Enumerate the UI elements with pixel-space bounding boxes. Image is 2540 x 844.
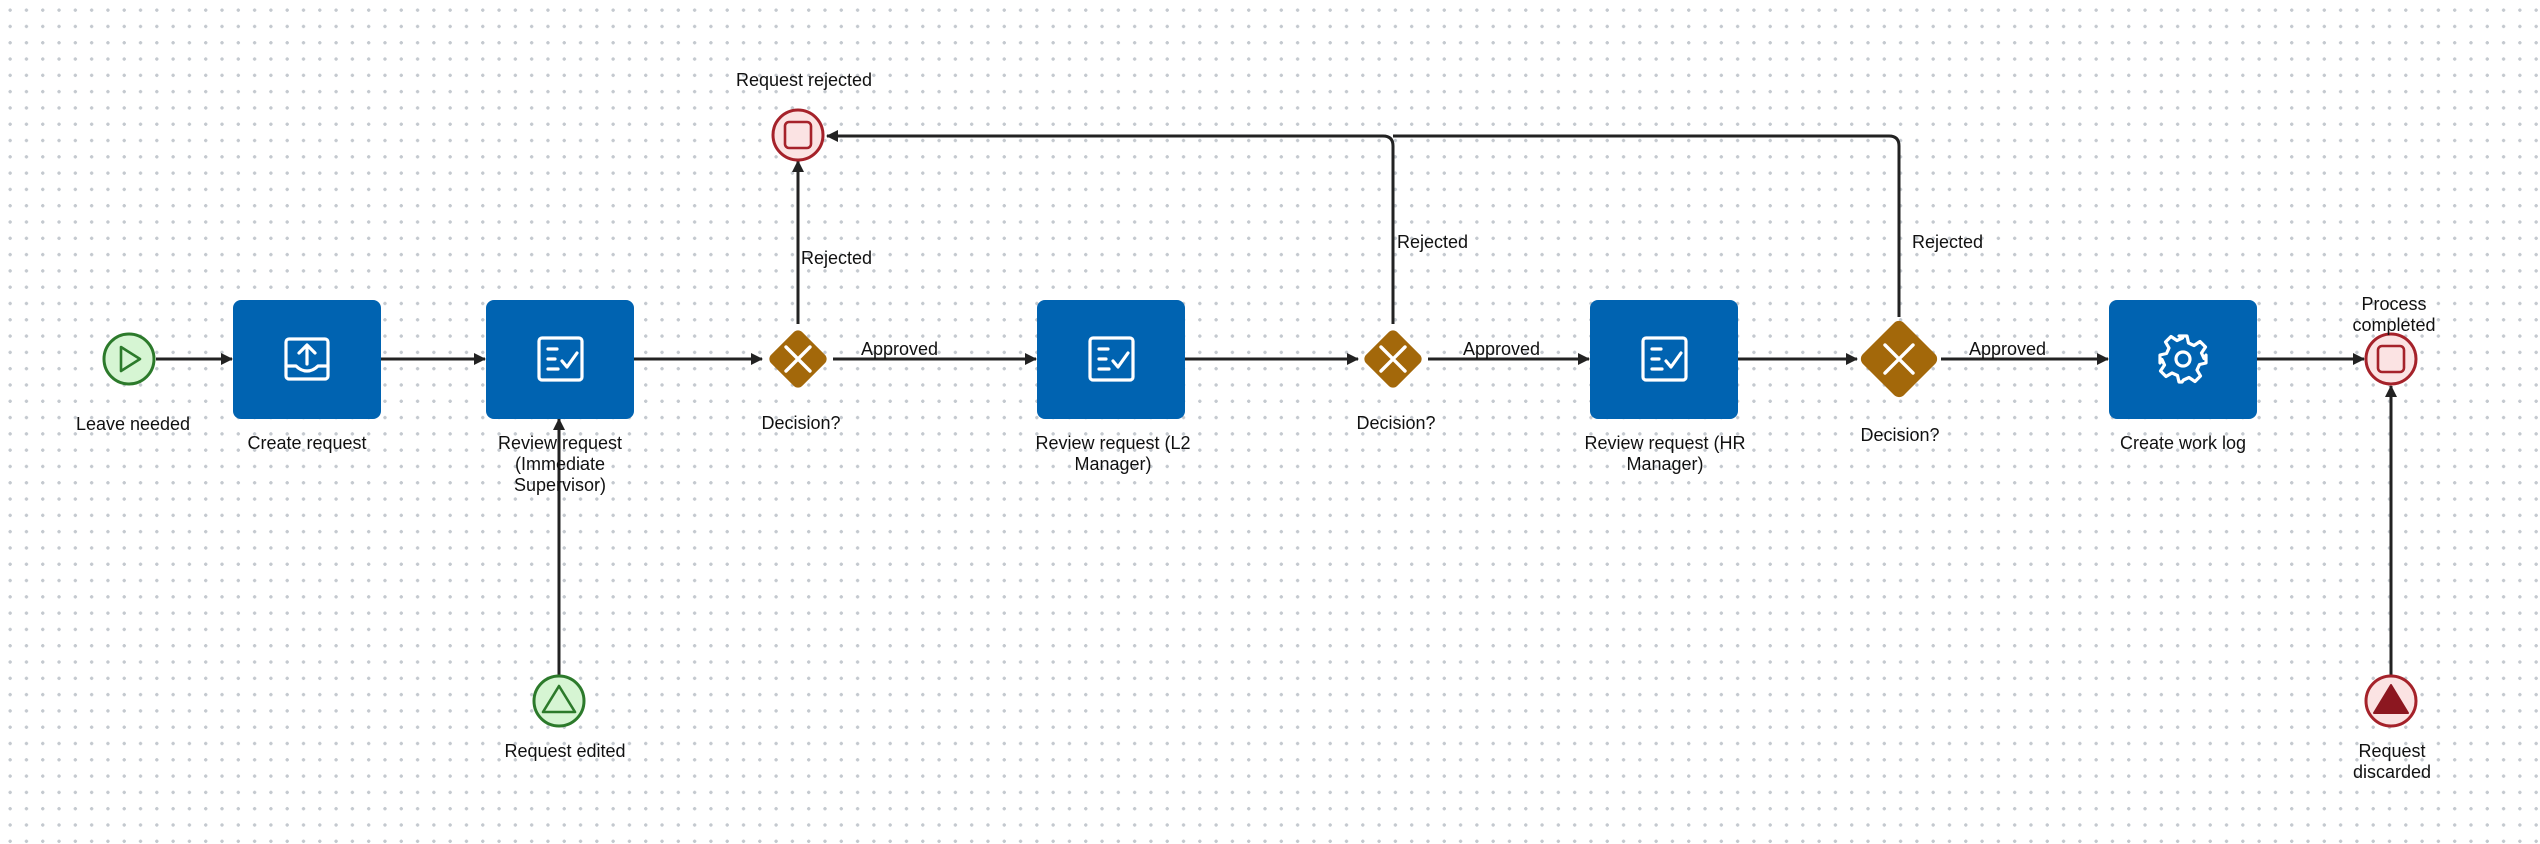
task-label-review-l2-line1: Review request (L2 — [1035, 433, 1190, 453]
gateway-label-decision-1: Decision? — [761, 413, 840, 433]
gateway-decision-3[interactable]: Decision? — [1858, 318, 1940, 445]
bpmn-diagram-canvas[interactable]: Rejected Approved Rejected Approved Reje… — [0, 0, 2540, 844]
task-review-request-immediate-supervisor[interactable]: Review request (Immediate Supervisor) — [486, 300, 634, 495]
task-label-review-hr-line1: Review request (HR — [1584, 433, 1745, 453]
task-label-review-supervisor-line3: Supervisor) — [514, 475, 606, 495]
end-event-request-rejected[interactable]: Request rejected — [736, 70, 872, 162]
event-label-request-discarded-line1: Request — [2358, 741, 2425, 761]
end-event-request-discarded[interactable]: Request discarded — [2353, 674, 2431, 782]
task-review-request-hr-manager[interactable]: Review request (HR Manager) — [1584, 300, 1746, 474]
start-event-leave-needed[interactable]: Leave needed — [76, 332, 190, 434]
gateway-label-decision-3: Decision? — [1860, 425, 1939, 445]
start-event-request-edited[interactable]: Request edited — [504, 674, 626, 761]
task-label-create-request: Create request — [247, 433, 366, 453]
task-label-review-supervisor-line2: (Immediate — [515, 454, 605, 474]
flow-decision-2-rejected[interactable] — [826, 130, 1395, 324]
task-label-create-work-log: Create work log — [2120, 433, 2246, 453]
task-create-request[interactable]: Create request — [233, 300, 381, 453]
flow-label-d3-rejected: Rejected — [1912, 232, 1983, 252]
event-label-process-completed-line2: completed — [2352, 315, 2435, 335]
task-label-review-hr-line2: Manager) — [1626, 454, 1703, 474]
task-create-work-log[interactable]: Create work log — [2109, 300, 2257, 453]
flow-label-d1-rejected: Rejected — [801, 248, 872, 268]
flow-label-d2-approved: Approved — [1463, 339, 1540, 359]
task-label-review-supervisor-line1: Review request — [498, 433, 622, 453]
event-label-leave-needed: Leave needed — [76, 414, 190, 434]
gateway-decision-2[interactable]: Decision? — [1356, 328, 1436, 433]
event-label-request-edited: Request edited — [504, 741, 625, 761]
gateway-decision-1[interactable]: Decision? — [761, 328, 841, 433]
flow-label-d2-rejected: Rejected — [1397, 232, 1468, 252]
task-label-review-l2-line2: Manager) — [1074, 454, 1151, 474]
flow-decision-3-rejected[interactable] — [1393, 134, 1901, 317]
task-review-request-l2-manager[interactable]: Review request (L2 Manager) — [1035, 300, 1191, 474]
event-label-process-completed-line1: Process — [2361, 294, 2426, 314]
flow-label-d1-approved: Approved — [861, 339, 938, 359]
event-label-request-rejected: Request rejected — [736, 70, 872, 90]
gateway-label-decision-2: Decision? — [1356, 413, 1435, 433]
flow-label-d3-approved: Approved — [1969, 339, 2046, 359]
end-event-process-completed[interactable]: Process completed — [2352, 294, 2436, 386]
event-label-request-discarded-line2: discarded — [2353, 762, 2431, 782]
